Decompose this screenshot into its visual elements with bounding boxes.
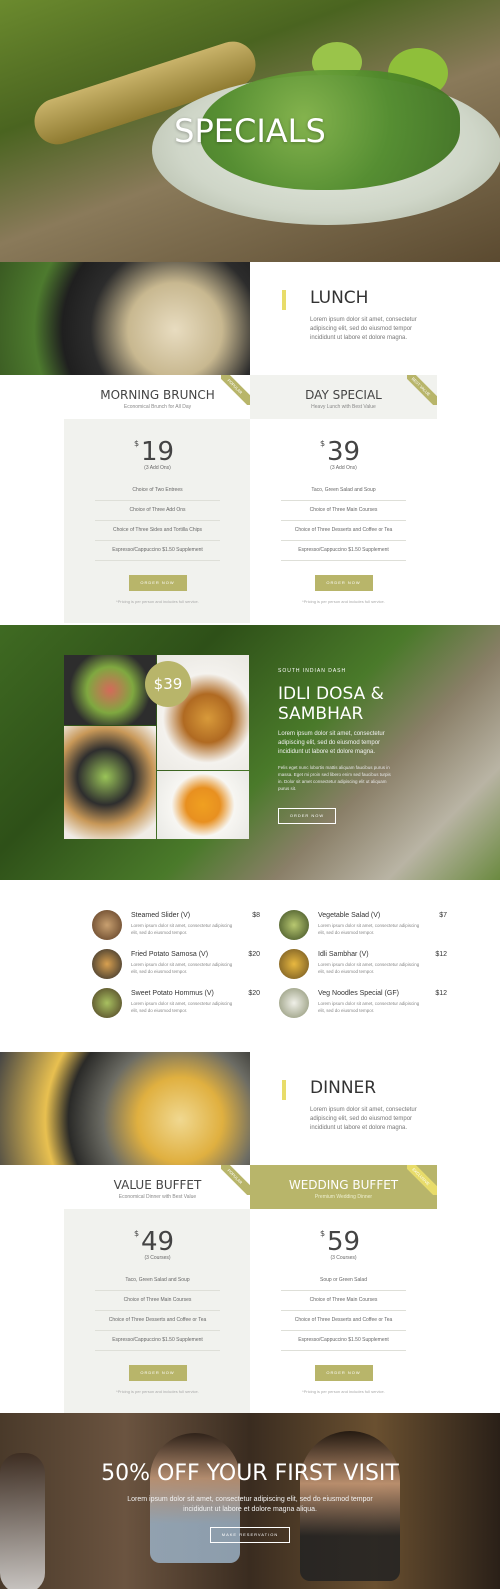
plan-feature: Choice of Two Entrees bbox=[95, 481, 220, 501]
lunch-heading-block: LUNCH Lorem ipsum dolor sit amet, consec… bbox=[250, 262, 500, 375]
plan-price: $59 bbox=[319, 1227, 361, 1257]
menu-item[interactable]: Steamed Slider (V) $8 Lorem ipsum dolor … bbox=[92, 910, 260, 942]
page-title: SPECIALS bbox=[174, 112, 326, 150]
soup-bowl-image bbox=[157, 771, 249, 839]
plan-feature: Espresso/Cappuccino $1.50 Supplement bbox=[95, 1331, 220, 1351]
plan-features: Taco, Green Salad and Soup Choice of Thr… bbox=[281, 481, 406, 561]
dish-description: Lorem ipsum dolor sit amet, consectetur … bbox=[318, 1001, 420, 1013]
pricing-card-body: $49 (3 Courses) Taco, Green Salad and So… bbox=[64, 1209, 251, 1413]
section-description: Lorem ipsum dolor sit amet, consectetur … bbox=[310, 317, 417, 341]
promo-title: 50% OFF YOUR FIRST VISIT bbox=[101, 1461, 399, 1486]
menu-item[interactable]: Vegetable Salad (V) $7 Lorem ipsum dolor… bbox=[279, 910, 447, 942]
plan-price: $19 bbox=[133, 437, 175, 467]
dish-price: $20 bbox=[248, 951, 260, 958]
dish-description: Lorem ipsum dolor sit amet, consectetur … bbox=[131, 962, 233, 974]
dish-thumbnail bbox=[92, 949, 122, 979]
pricing-footnote: *Pricing is per person and includes full… bbox=[302, 599, 385, 604]
hero-banner: SPECIALS bbox=[0, 0, 500, 262]
plan-feature: Choice of Three Add Ons bbox=[95, 501, 220, 521]
feature-description: Lorem ipsum dolor sit amet, consectetur … bbox=[278, 731, 385, 755]
dish-name: Sweet Potato Hommus (V) bbox=[131, 990, 214, 997]
pricing-footnote: *Pricing is per person and includes full… bbox=[302, 1389, 385, 1394]
dish-name: Fried Potato Samosa (V) bbox=[131, 951, 209, 958]
plan-feature: Choice of Three Desserts and Coffee or T… bbox=[281, 1311, 406, 1331]
dish-thumbnail bbox=[92, 910, 122, 940]
pricing-card-header: DAY SPECIAL Heavy Lunch with Best Value … bbox=[250, 375, 437, 419]
menu-item[interactable]: Veg Noodles Special (GF) $12 Lorem ipsum… bbox=[279, 988, 447, 1020]
dish-description: Lorem ipsum dolor sit amet, consectetur … bbox=[131, 923, 233, 935]
plan-feature: Taco, Green Salad and Soup bbox=[95, 1271, 220, 1291]
plan-price: $49 bbox=[133, 1227, 175, 1257]
dinner-heading-block: DINNER Lorem ipsum dolor sit amet, conse… bbox=[250, 1052, 500, 1165]
plan-feature: Espresso/Cappuccino $1.50 Supplement bbox=[95, 541, 220, 561]
pricing-card-header: WEDDING BUFFET Premium Wedding Dinner EX… bbox=[250, 1165, 437, 1209]
order-now-button[interactable]: ORDER NOW bbox=[278, 808, 336, 824]
order-now-button[interactable]: ORDER NOW bbox=[314, 575, 373, 591]
price-badge: $39 bbox=[145, 661, 191, 707]
plan-features: Soup or Green Salad Choice of Three Main… bbox=[281, 1271, 406, 1351]
pricing-footnote: *Pricing is per person and includes full… bbox=[116, 599, 199, 604]
dish-price: $12 bbox=[435, 990, 447, 997]
plan-feature: Choice of Three Main Courses bbox=[95, 1291, 220, 1311]
dish-name: Steamed Slider (V) bbox=[131, 912, 191, 919]
plan-feature: Espresso/Cappuccino $1.50 Supplement bbox=[281, 1331, 406, 1351]
plan-feature: Choice of Three Sides and Tortilla Chips bbox=[95, 521, 220, 541]
menu-item[interactable]: Idli Sambhar (V) $12 Lorem ipsum dolor s… bbox=[279, 949, 447, 981]
ribbon-badge: POPULAR bbox=[221, 1165, 251, 1195]
plan-feature: Choice of Three Desserts and Coffee or T… bbox=[281, 521, 406, 541]
section-title: LUNCH bbox=[310, 288, 369, 308]
dish-description: Lorem ipsum dolor sit amet, consectetur … bbox=[131, 1001, 233, 1013]
pricing-footnote: *Pricing is per person and includes full… bbox=[116, 1389, 199, 1394]
plan-feature: Choice of Three Main Courses bbox=[281, 501, 406, 521]
pricing-card-body: $19 (3 Add Ons) Choice of Two Entrees Ch… bbox=[64, 419, 251, 623]
plan-feature: Espresso/Cappuccino $1.50 Supplement bbox=[281, 541, 406, 561]
ribbon-badge: BEST VALUE bbox=[407, 375, 437, 405]
dish-name: Veg Noodles Special (GF) bbox=[318, 990, 399, 997]
plan-features: Taco, Green Salad and Soup Choice of Thr… bbox=[95, 1271, 220, 1351]
feature-title: IDLI DOSA & SAMBHAR bbox=[278, 684, 384, 724]
ribbon-badge: POPULAR bbox=[221, 375, 251, 405]
pricing-card-header: VALUE BUFFET Economical Dinner with Best… bbox=[64, 1165, 251, 1209]
feature-kicker: SOUTH INDIAN DASH bbox=[278, 668, 347, 674]
accent-bar bbox=[282, 1080, 286, 1100]
menu-item[interactable]: Fried Potato Samosa (V) $20 Lorem ipsum … bbox=[92, 949, 260, 981]
pricing-card-header: MORNING BRUNCH Economical Brunch for All… bbox=[64, 375, 251, 419]
dish-price: $7 bbox=[439, 912, 447, 919]
salad-bowl-image bbox=[64, 655, 156, 725]
dinner-soup-image bbox=[0, 1052, 250, 1165]
section-title: DINNER bbox=[310, 1078, 377, 1098]
dish-thumbnail bbox=[92, 988, 122, 1018]
dish-name: Idli Sambhar (V) bbox=[318, 951, 369, 958]
plan-price: $39 bbox=[319, 437, 361, 467]
dish-thumbnail bbox=[279, 988, 309, 1018]
dish-name: Vegetable Salad (V) bbox=[318, 912, 381, 919]
promo-banner: 50% OFF YOUR FIRST VISIT Lorem ipsum dol… bbox=[0, 1413, 500, 1589]
order-now-button[interactable]: ORDER NOW bbox=[314, 1365, 373, 1381]
dish-price: $12 bbox=[435, 951, 447, 958]
dish-price: $8 bbox=[252, 912, 260, 919]
order-now-button[interactable]: ORDER NOW bbox=[128, 575, 187, 591]
menu-item[interactable]: Sweet Potato Hommus (V) $20 Lorem ipsum … bbox=[92, 988, 260, 1020]
plan-feature: Taco, Green Salad and Soup bbox=[281, 481, 406, 501]
plan-feature: Choice of Three Main Courses bbox=[281, 1291, 406, 1311]
lunch-noodles-image bbox=[0, 262, 250, 375]
promo-description: Lorem ipsum dolor sit amet, consectetur … bbox=[127, 1496, 373, 1513]
plan-features: Choice of Two Entrees Choice of Three Ad… bbox=[95, 481, 220, 561]
dish-description: Lorem ipsum dolor sit amet, consectetur … bbox=[318, 962, 420, 974]
section-description: Lorem ipsum dolor sit amet, consectetur … bbox=[310, 1107, 417, 1131]
pricing-card-body: $59 (3 Courses) Soup or Green Salad Choi… bbox=[250, 1209, 437, 1413]
noodle-bowl-image bbox=[64, 726, 156, 839]
order-now-button[interactable]: ORDER NOW bbox=[128, 1365, 187, 1381]
plan-feature: Soup or Green Salad bbox=[281, 1271, 406, 1291]
feature-detail-text: Felis eget nunc lobortis mattis aliquam … bbox=[278, 765, 391, 791]
make-reservation-button[interactable]: MAKE RESERVATION bbox=[210, 1527, 290, 1543]
pricing-card-body: $39 (3 Add Ons) Taco, Green Salad and So… bbox=[250, 419, 437, 623]
dish-thumbnail bbox=[279, 910, 309, 940]
dish-description: Lorem ipsum dolor sit amet, consectetur … bbox=[318, 923, 420, 935]
ribbon-badge: EXCLUSIVE bbox=[407, 1165, 437, 1195]
dish-price: $20 bbox=[248, 990, 260, 997]
accent-bar bbox=[282, 290, 286, 310]
plan-feature: Choice of Three Desserts and Coffee or T… bbox=[95, 1311, 220, 1331]
dish-thumbnail bbox=[279, 949, 309, 979]
